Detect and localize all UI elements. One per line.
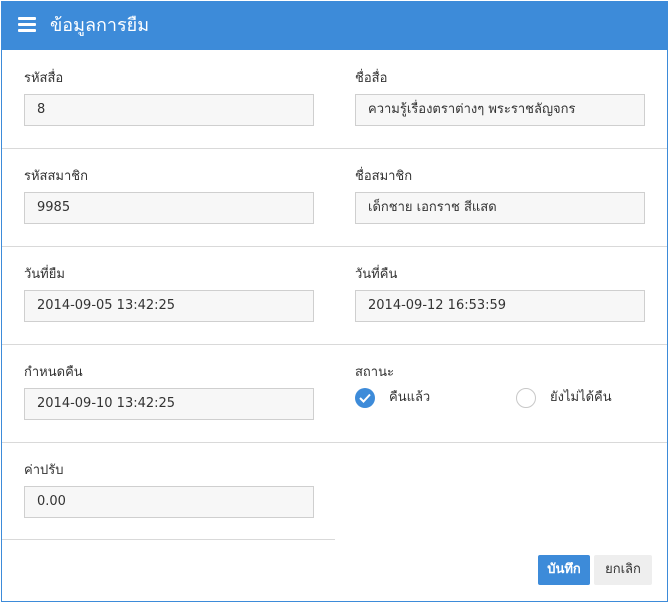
form-row-dates: วันที่ยืม 2014-09-05 13:42:25 วันที่คืน … — [2, 246, 667, 345]
media-id-label: รหัสสื่อ — [24, 71, 64, 86]
due-date-label: กำหนดคืน — [24, 365, 83, 380]
member-id-field[interactable]: 9985 — [24, 192, 314, 224]
page-title: ข้อมูลการยืม — [50, 15, 150, 36]
fine-field[interactable]: 0.00 — [24, 486, 314, 518]
form-row-due-status: กำหนดคืน 2014-09-10 13:42:25 สถานะ คืนแล… — [2, 344, 667, 443]
return-date-field[interactable]: 2014-09-12 16:53:59 — [355, 290, 645, 322]
media-name-field[interactable]: ความรู้เรื่องตราต่างๆ พระราชลัญจกร — [355, 94, 645, 126]
form-row-fine: ค่าปรับ 0.00 — [2, 442, 335, 540]
status-returned-label: คืนแล้ว — [389, 390, 431, 405]
member-name-field[interactable]: เด็กชาย เอกราช สีแสด — [355, 192, 645, 224]
form-row-media: รหัสสื่อ 8 ชื่อสื่อ ความรู้เรื่องตราต่าง… — [2, 50, 667, 149]
borrow-dialog: ข้อมูลการยืม รหัสสื่อ 8 ชื่อสื่อ ความรู้… — [1, 1, 668, 602]
due-date-field[interactable]: 2014-09-10 13:42:25 — [24, 388, 314, 420]
media-name-label: ชื่อสื่อ — [355, 71, 388, 86]
save-button[interactable]: บันทึก — [538, 555, 590, 585]
header-bar: ข้อมูลการยืม — [2, 2, 667, 50]
hamburger-menu-icon[interactable] — [18, 17, 36, 33]
media-id-field[interactable]: 8 — [24, 94, 314, 126]
status-returned-radio[interactable] — [355, 388, 375, 408]
fine-label: ค่าปรับ — [24, 463, 64, 478]
status-label: สถานะ — [355, 365, 394, 380]
return-date-label: วันที่คืน — [355, 267, 398, 282]
member-id-label: รหัสสมาชิก — [24, 169, 88, 184]
form-row-member: รหัสสมาชิก 9985 ชื่อสมาชิก เด็กชาย เอกรา… — [2, 148, 667, 247]
borrow-date-field[interactable]: 2014-09-05 13:42:25 — [24, 290, 314, 322]
borrow-date-label: วันที่ยืม — [24, 267, 65, 282]
member-name-label: ชื่อสมาชิก — [355, 169, 413, 184]
check-icon — [359, 393, 371, 403]
status-not-returned-radio[interactable] — [516, 388, 536, 408]
cancel-button[interactable]: ยกเลิก — [594, 555, 652, 585]
status-not-returned-label: ยังไม่ได้คืน — [550, 390, 612, 405]
